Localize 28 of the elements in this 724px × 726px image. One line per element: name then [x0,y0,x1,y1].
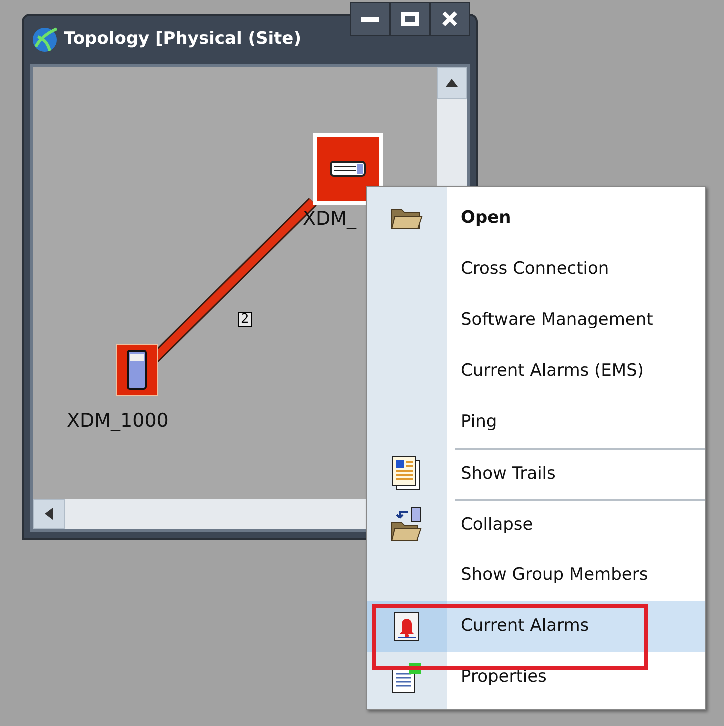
document-icon [392,456,422,492]
close-icon [442,11,458,27]
network-node[interactable] [116,344,158,396]
node-label: XDM_1000 [67,409,169,434]
scroll-left-icon [45,508,53,520]
menu-item[interactable]: Collapse [367,499,705,550]
menu-item[interactable]: Current Alarms (EMS) [367,346,705,397]
scroll-up-icon [446,79,458,87]
menu-item[interactable]: Show Trails [367,448,705,499]
menu-item[interactable]: Show Group Members [367,550,705,601]
globe-icon [30,25,60,55]
maximize-button[interactable] [390,2,430,36]
link-label: 2 [238,312,252,327]
menu-item[interactable]: Current Alarms [367,601,705,652]
menu-item[interactable]: Cross Connection [367,244,705,295]
window-title: Topology [Physical (Site) [64,28,302,52]
menu-item[interactable]: Software Management [367,295,705,346]
menu-item[interactable]: Properties [367,652,705,703]
menu-item[interactable]: Ping [367,397,705,448]
device-icon [330,159,366,179]
node-label: XDM_ [303,207,357,232]
close-button[interactable] [430,2,470,36]
menu-item[interactable]: Open [367,193,705,244]
minimize-button[interactable] [350,2,390,36]
bell-icon [394,612,420,642]
properties-icon [392,662,422,694]
folder-icon [390,506,424,542]
device-icon [127,350,147,390]
